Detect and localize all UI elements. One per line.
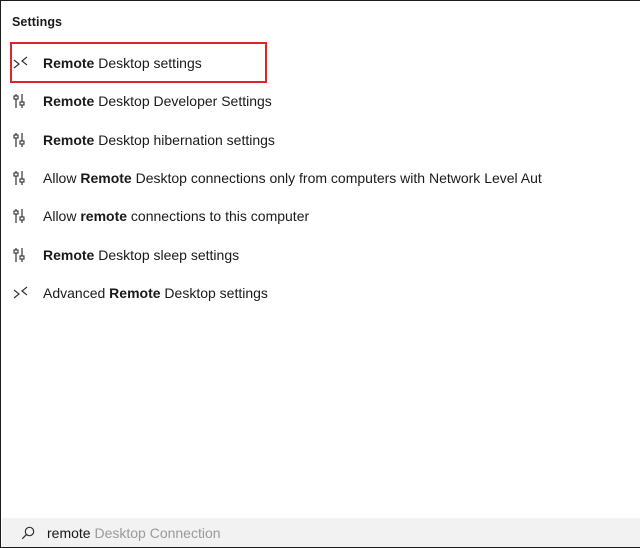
search-input[interactable]: remote Desktop Connection — [47, 525, 221, 541]
result-item-remote-desktop-settings[interactable]: Remote Desktop settings — [1, 44, 640, 82]
settings-sliders-icon — [13, 92, 43, 110]
settings-sliders-icon — [13, 169, 43, 187]
result-label: Remote Desktop sleep settings — [43, 246, 240, 263]
result-item-allow-remote-connections[interactable]: Allow remote connections to this compute… — [1, 197, 640, 235]
search-suggestion-text: Desktop Connection — [90, 524, 221, 541]
result-item-allow-remote-desktop-nla[interactable]: Allow Remote Desktop connections only fr… — [1, 159, 640, 197]
search-bar[interactable]: remote Desktop Connection — [2, 518, 640, 547]
search-icon — [21, 525, 37, 541]
result-item-advanced-remote-desktop-settings[interactable]: Advanced Remote Desktop settings — [1, 274, 640, 312]
settings-sliders-icon — [13, 246, 43, 264]
section-header-settings: Settings — [12, 15, 63, 29]
remote-desktop-icon — [13, 284, 43, 302]
result-item-remote-desktop-developer-settings[interactable]: Remote Desktop Developer Settings — [1, 82, 640, 120]
settings-sliders-icon — [13, 131, 43, 149]
result-label: Advanced Remote Desktop settings — [43, 284, 268, 301]
search-typed-text: remote — [47, 524, 91, 541]
result-item-remote-desktop-sleep-settings[interactable]: Remote Desktop sleep settings — [1, 235, 640, 273]
result-item-remote-desktop-hibernation-settings[interactable]: Remote Desktop hibernation settings — [1, 121, 640, 159]
search-results-panel: Settings Remote Desktop settings Remote … — [0, 0, 640, 548]
remote-desktop-icon — [13, 54, 43, 72]
result-label: Allow Remote Desktop connections only fr… — [43, 170, 542, 187]
result-label: Remote Desktop Developer Settings — [43, 93, 272, 110]
settings-sliders-icon — [13, 207, 43, 225]
results-list: Remote Desktop settings Remote Desktop D… — [1, 44, 640, 312]
result-label: Remote Desktop hibernation settings — [43, 131, 275, 148]
result-label: Remote Desktop settings — [43, 55, 202, 72]
result-label: Allow remote connections to this compute… — [43, 208, 310, 225]
